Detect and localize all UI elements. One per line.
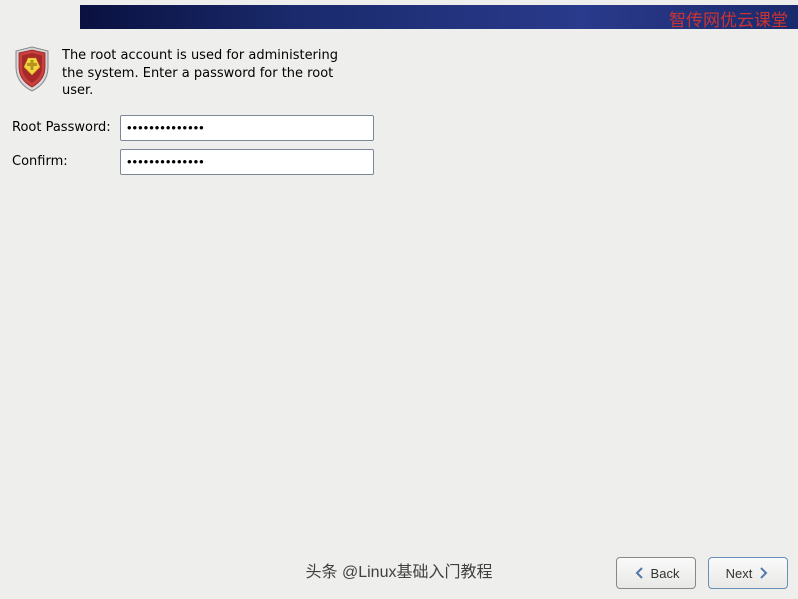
arrow-left-icon	[633, 566, 647, 580]
confirm-label: Confirm:	[12, 154, 120, 169]
confirm-row: Confirm:	[12, 149, 786, 175]
root-password-row: Root Password:	[12, 115, 786, 141]
intro-text: The root account is used for administeri…	[62, 45, 352, 100]
next-button[interactable]: Next	[708, 557, 788, 589]
root-password-label: Root Password:	[12, 120, 120, 135]
content-area: The root account is used for administeri…	[12, 45, 786, 183]
back-button-label: Back	[651, 566, 680, 581]
back-button[interactable]: Back	[616, 557, 696, 589]
confirm-input[interactable]	[120, 149, 374, 175]
shield-icon	[12, 45, 52, 93]
arrow-right-icon	[756, 566, 770, 580]
next-button-label: Next	[726, 566, 753, 581]
bottom-bar: Back Next	[616, 557, 788, 589]
watermark-top: 智传网优云课堂	[669, 6, 788, 31]
watermark-bottom: 头条 @Linux基础入门教程	[306, 558, 493, 582]
intro-row: The root account is used for administeri…	[12, 45, 786, 100]
root-password-input[interactable]	[120, 115, 374, 141]
